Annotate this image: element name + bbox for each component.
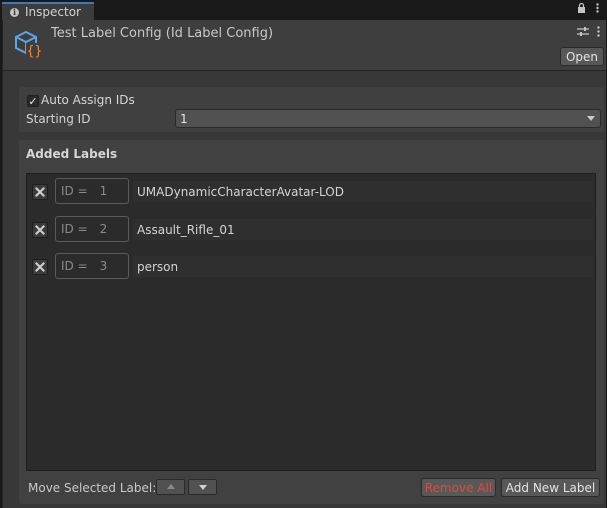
added-labels-title: Added Labels <box>26 147 118 161</box>
label-row[interactable]: ID = 1 UMADynamicCharacterAvatar-LOD <box>27 177 595 207</box>
label-row[interactable]: ID = 3 person <box>27 252 595 282</box>
add-new-label-button[interactable]: Add New Label <box>501 478 600 497</box>
asset-title: Test Label Config (Id Label Config) <box>51 26 274 41</box>
auto-assign-label: Auto Assign IDs <box>41 93 135 107</box>
scriptable-object-icon: {} <box>15 30 43 59</box>
remove-label-icon[interactable] <box>32 259 48 275</box>
settings-sliders-icon[interactable] <box>577 26 589 40</box>
id-field: ID = 2 <box>55 216 129 242</box>
id-prefix: ID = <box>61 222 88 236</box>
labels-list: ID = 1 UMADynamicCharacterAvatar-LOD ID … <box>26 173 596 471</box>
tab-bar: i Inspector <box>0 0 607 20</box>
open-button[interactable]: Open <box>560 47 604 66</box>
asset-header: {} Test Label Config (Id Label Config) O… <box>3 20 606 71</box>
header-tools <box>577 26 600 40</box>
tab-inspector[interactable]: i Inspector <box>2 2 94 20</box>
id-field: ID = 3 <box>55 253 129 279</box>
tab-title: Inspector <box>25 5 81 19</box>
starting-id-label: Starting ID <box>26 112 91 126</box>
header-menu-icon[interactable] <box>597 26 600 40</box>
info-icon: i <box>10 7 19 17</box>
starting-id-value: 1 <box>180 111 188 126</box>
svg-text:{}: {} <box>27 44 43 59</box>
tab-tools <box>577 2 599 16</box>
label-row[interactable]: ID = 2 Assault_Rifle_01 <box>27 215 595 245</box>
id-value: 3 <box>99 259 108 273</box>
id-prefix: ID = <box>61 184 88 198</box>
label-name-field[interactable]: Assault_Rifle_01 <box>133 219 593 240</box>
move-selected-label: Move Selected Label: <box>28 481 157 495</box>
id-prefix: ID = <box>61 259 88 273</box>
remove-label-icon[interactable] <box>32 222 48 238</box>
lock-icon[interactable] <box>577 2 586 16</box>
label-name-field[interactable]: person <box>133 256 593 277</box>
move-down-button[interactable] <box>188 479 217 495</box>
added-labels-box: Added Labels ID = 1 UMADynamicCharacterA… <box>19 140 604 504</box>
starting-id-dropdown[interactable]: 1 <box>175 109 601 128</box>
move-up-button[interactable] <box>156 479 185 495</box>
id-value: 2 <box>99 222 108 236</box>
id-value: 1 <box>99 184 108 198</box>
remove-label-icon[interactable] <box>32 184 48 200</box>
dropdown-arrow-icon <box>587 116 595 121</box>
remove-all-button[interactable]: Remove All <box>421 478 496 497</box>
inspector-panel: {} Test Label Config (Id Label Config) O… <box>2 20 606 508</box>
auto-assign-checkbox[interactable]: ✓ <box>27 95 39 108</box>
id-field: ID = 1 <box>55 178 129 204</box>
menu-icon[interactable] <box>596 3 599 16</box>
label-name-field[interactable]: UMADynamicCharacterAvatar-LOD <box>133 181 593 202</box>
settings-box: ✓ Auto Assign IDs Starting ID 1 <box>19 87 604 132</box>
